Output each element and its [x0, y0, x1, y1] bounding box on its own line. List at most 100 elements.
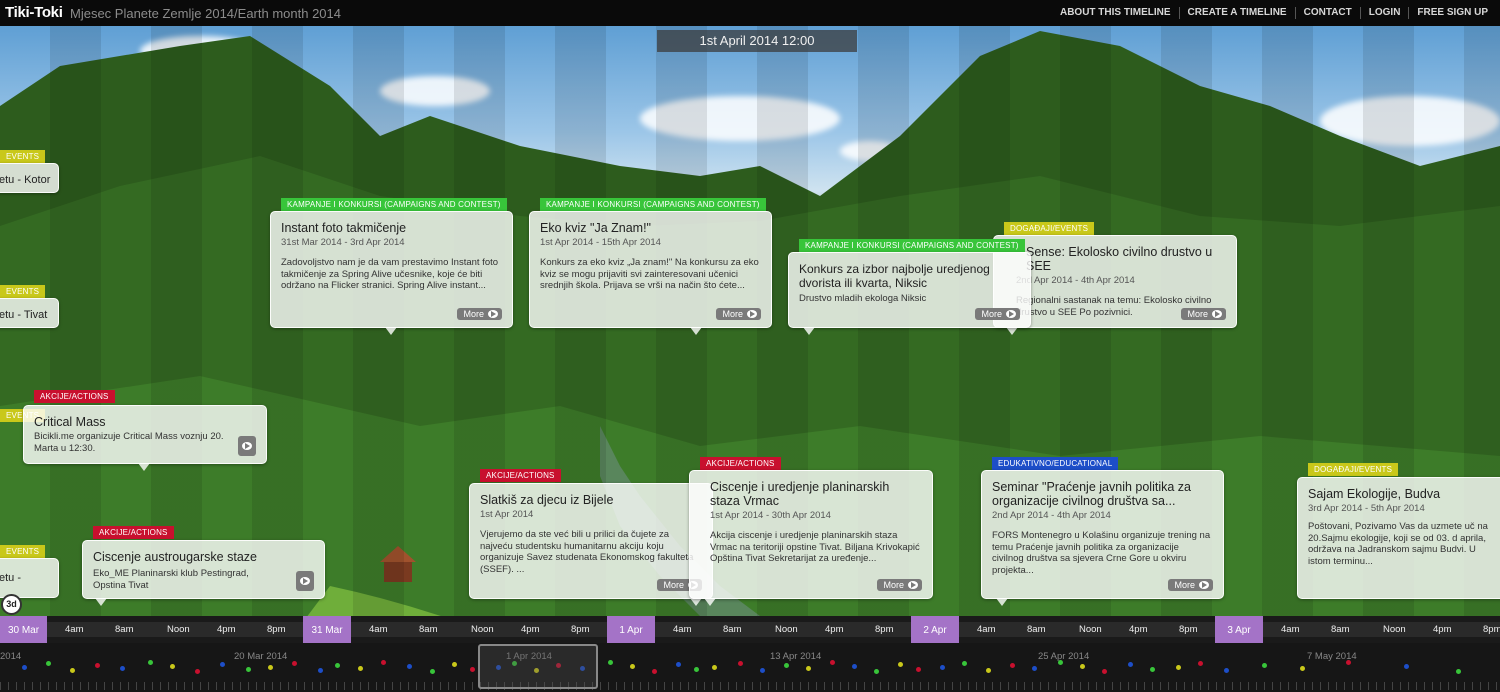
hour-tick: 4am — [977, 624, 996, 635]
story-card[interactable]: Seminar "Praćenje javnih politika za org… — [981, 470, 1224, 606]
hour-tick: 8am — [419, 624, 438, 635]
story-card[interactable]: Slatkiš za djecu iz Bijele 1st Apr 2014 … — [469, 483, 713, 606]
nav-contact-link[interactable]: CONTACT — [1294, 7, 1360, 19]
hour-tick: 8pm — [571, 624, 590, 635]
more-button[interactable]: More — [457, 308, 502, 320]
story-dot — [1198, 661, 1203, 666]
story-date: 1st Apr 2014 - 30th Apr 2014 — [710, 510, 831, 521]
hour-tick: 8am — [1331, 624, 1350, 635]
day-marker[interactable]: 2 Apr — [911, 616, 959, 643]
story-date: 1st Apr 2014 - 15th Apr 2014 — [540, 237, 661, 248]
story-tag: EDUKATIVNO/EDUCATIONAL — [992, 457, 1119, 470]
story-card[interactable]: Sajam Ekologije, Budva 3rd Apr 2014 - 5t… — [1297, 477, 1500, 599]
card-pointer — [690, 598, 702, 606]
arrow-right-icon — [908, 581, 918, 589]
navigator-date: 2014 — [0, 651, 22, 662]
story-dot — [220, 662, 225, 667]
day-marker[interactable]: 3 Apr — [1215, 616, 1263, 643]
story-tag: DOGAĐAJI/EVENTS — [1308, 463, 1399, 476]
day-marker[interactable]: 30 Mar — [0, 616, 47, 643]
story-dot — [986, 668, 991, 673]
hour-tick: 8pm — [1179, 624, 1198, 635]
card-pointer — [95, 598, 107, 606]
story-summary: Poštovani, Pozivamo Vas da uzmete uč na … — [1308, 521, 1488, 567]
nav-create-link[interactable]: CREATE A TIMELINE — [1178, 7, 1295, 19]
story-summary: Bicikli.me organizuje Critical Mass vozn… — [34, 431, 224, 454]
more-button[interactable]: More — [1168, 579, 1213, 591]
hour-tick: 4am — [369, 624, 388, 635]
more-button[interactable]: More — [975, 308, 1020, 320]
story-title: Ciscenje i uredjenje planinarskih staza … — [710, 480, 890, 508]
story-dot — [694, 667, 699, 672]
story-card[interactable]: Ciscenje austrougarske staze Eko_ME Plan… — [82, 540, 325, 606]
hour-tick: 4pm — [1129, 624, 1148, 635]
story-card[interactable]: Critical Mass Bicikli.me organizuje Crit… — [23, 405, 267, 471]
story-dot — [676, 662, 681, 667]
hour-tick: 8am — [723, 624, 742, 635]
story-dot — [292, 661, 297, 666]
navigator-ticks — [0, 682, 1500, 690]
day-marker[interactable]: 1 Apr — [607, 616, 655, 643]
story-dot — [95, 663, 100, 668]
story-dot — [1456, 669, 1461, 674]
story-dot — [170, 664, 175, 669]
story-date: 1st Apr 2014 — [480, 509, 534, 520]
story-dot — [1102, 669, 1107, 674]
zoom-level-button[interactable]: 3d — [1, 594, 22, 615]
story-card[interactable]: etu - Kotor — [0, 163, 59, 193]
story-date: 3rd Apr 2014 - 5th Apr 2014 — [1308, 503, 1425, 514]
more-button[interactable]: More — [716, 308, 761, 320]
navigator-date: 25 Apr 2014 — [1038, 651, 1090, 662]
story-tag: KAMPANJE I KONKURSI (CAMPAIGNS AND CONTE… — [281, 198, 507, 211]
story-dot — [22, 665, 27, 670]
more-button[interactable]: More — [1181, 308, 1226, 320]
arrow-right-icon — [300, 577, 310, 585]
story-dot — [1176, 665, 1181, 670]
hour-tick: Noon — [167, 624, 190, 635]
hour-tick: 8pm — [1483, 624, 1500, 635]
more-button[interactable] — [238, 436, 256, 456]
story-card[interactable]: etu - Tivat — [0, 298, 59, 328]
story-title: Ciscenje austrougarske staze — [93, 550, 257, 564]
story-dot — [148, 660, 153, 665]
story-dot — [195, 669, 200, 674]
story-dot — [1262, 663, 1267, 668]
story-card[interactable]: etu - — [0, 558, 59, 598]
story-dot — [1346, 660, 1351, 665]
hour-tick: 4pm — [825, 624, 844, 635]
story-card[interactable]: Ciscenje i uredjenje planinarskih staza … — [689, 470, 933, 606]
logo[interactable]: Tiki-Toki — [5, 4, 63, 21]
story-dot — [852, 664, 857, 669]
story-summary: Akcija ciscenje i uredjenje planinarskih… — [710, 530, 920, 564]
hour-tick: 8pm — [267, 624, 286, 635]
more-button[interactable] — [296, 571, 314, 591]
card-pointer — [385, 327, 397, 335]
story-tag: AKCIJE/ACTIONS — [34, 390, 115, 403]
story-card[interactable]: Konkurs za izbor najbolje uredjenog dvor… — [788, 252, 1031, 335]
hour-tick: 4pm — [1433, 624, 1452, 635]
time-axis[interactable]: 30 Mar 4am 8am Noon 4pm 8pm 31 Mar 4am 8… — [0, 616, 1500, 643]
story-title: etu - Kotor — [0, 174, 51, 186]
story-dot — [1224, 668, 1229, 673]
story-tag: DOGAĐAJI/EVENTS — [1004, 222, 1095, 235]
story-card[interactable]: Eko kviz "Ja Znam!" 1st Apr 2014 - 15th … — [529, 211, 772, 335]
nav-signup-link[interactable]: FREE SIGN UP — [1408, 7, 1496, 19]
story-dot — [335, 663, 340, 668]
more-button[interactable]: More — [877, 579, 922, 591]
card-pointer — [996, 598, 1008, 606]
navigator-viewport-handle[interactable] — [478, 644, 598, 689]
story-dot — [874, 669, 879, 674]
nav-about-link[interactable]: ABOUT THIS TIMELINE — [1052, 7, 1179, 19]
story-card[interactable]: Instant foto takmičenje 31st Mar 2014 - … — [270, 211, 513, 335]
story-dot — [962, 661, 967, 666]
day-marker[interactable]: 31 Mar — [303, 616, 351, 643]
story-dot — [407, 664, 412, 669]
nav-login-link[interactable]: LOGIN — [1359, 7, 1409, 19]
story-title: etu - — [0, 572, 22, 584]
arrow-right-icon — [1199, 581, 1209, 589]
story-dot — [470, 667, 475, 672]
story-dot — [916, 667, 921, 672]
timeline-navigator[interactable]: 2014 20 Mar 2014 1 Apr 2014 13 Apr 2014 … — [0, 643, 1500, 692]
card-pointer — [803, 327, 815, 335]
story-summary: Zadovoljstvo nam je da vam prestavimo In… — [281, 257, 499, 291]
